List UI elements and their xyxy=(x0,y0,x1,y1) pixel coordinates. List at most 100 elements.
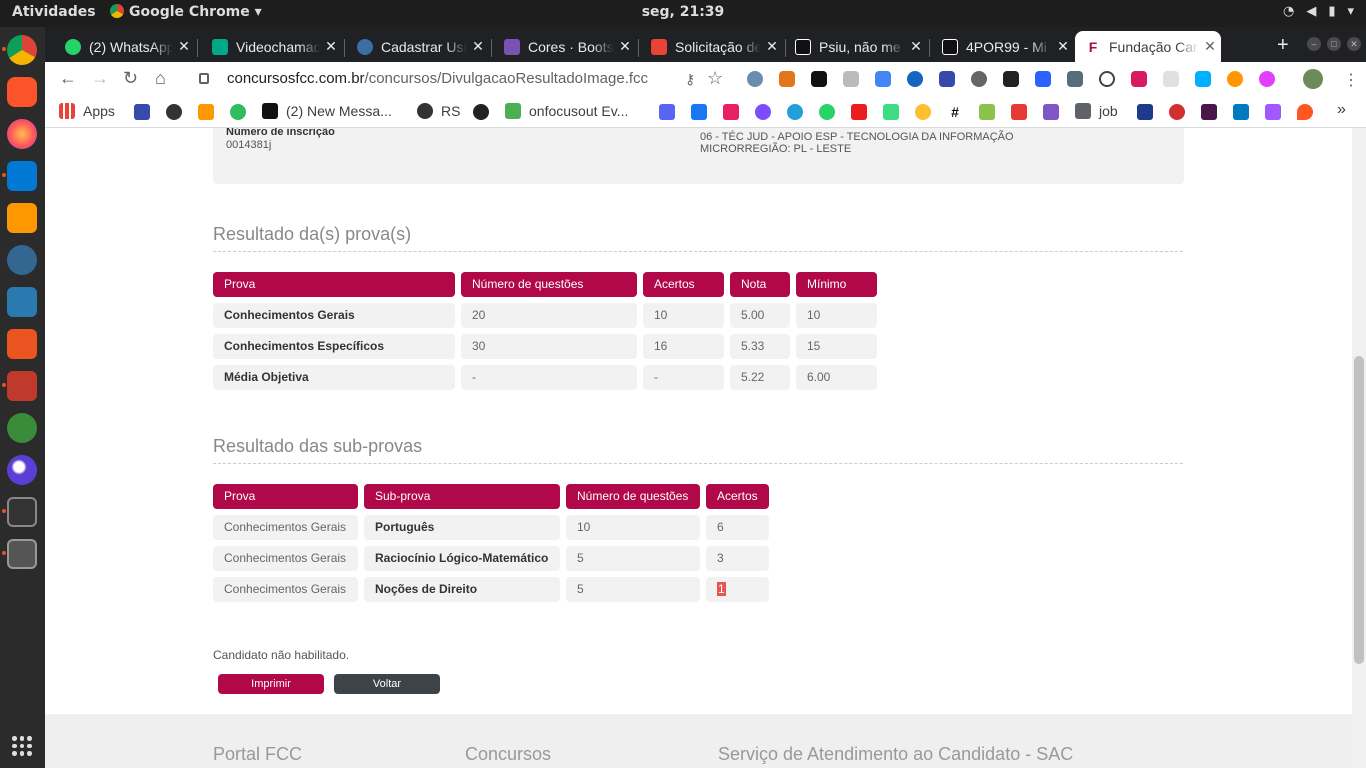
facebook-icon[interactable] xyxy=(691,104,707,120)
bookmark-icon[interactable] xyxy=(755,104,771,120)
bookmark-icon[interactable] xyxy=(198,104,214,120)
address-bar[interactable]: concursosfcc.com.br/concursos/Divulgacao… xyxy=(185,65,725,93)
bookmark-icon[interactable] xyxy=(134,104,150,120)
close-icon[interactable]: ✕ xyxy=(761,38,783,55)
bookmark-icon[interactable] xyxy=(1201,104,1217,120)
firefox-icon[interactable] xyxy=(7,119,37,149)
extension-icon[interactable] xyxy=(1259,71,1275,87)
trello-icon[interactable] xyxy=(1233,104,1249,120)
bookmark-apps[interactable]: Apps xyxy=(59,103,115,119)
app-icon[interactable] xyxy=(7,413,37,443)
whatsapp-icon[interactable] xyxy=(819,104,835,120)
key-icon[interactable]: ⚷ xyxy=(685,65,695,93)
close-icon[interactable]: ✕ xyxy=(1199,38,1221,55)
print-button[interactable]: Imprimir xyxy=(218,674,324,694)
avatar[interactable] xyxy=(1303,69,1323,89)
sublime-icon[interactable] xyxy=(7,203,37,233)
vscode-icon[interactable] xyxy=(7,161,37,191)
eyedropper-icon[interactable] xyxy=(1067,71,1083,87)
extension-icon[interactable] xyxy=(843,71,859,87)
extension-icon[interactable] xyxy=(907,71,923,87)
fire-icon[interactable] xyxy=(1297,104,1313,120)
activities-button[interactable]: Atividades xyxy=(12,4,96,20)
hash-icon[interactable]: # xyxy=(947,104,963,120)
figma-icon[interactable] xyxy=(1265,104,1281,120)
home-icon[interactable]: ⌂ xyxy=(155,68,166,89)
bookmark-rs[interactable]: RS xyxy=(417,103,460,119)
app-menu[interactable]: Google Chrome ▾ xyxy=(110,4,262,20)
bookmark-icon[interactable] xyxy=(1137,104,1153,120)
forward-icon[interactable]: → xyxy=(91,68,109,89)
extension-icon[interactable] xyxy=(1227,71,1243,87)
close-icon[interactable]: ✕ xyxy=(905,38,927,55)
close-icon[interactable]: ✕ xyxy=(614,38,636,55)
footer-portal-fcc[interactable]: Portal FCC xyxy=(213,744,302,765)
bookmark-icon[interactable] xyxy=(979,104,995,120)
libreoffice-writer-icon[interactable] xyxy=(7,287,37,317)
extension-icon[interactable] xyxy=(1195,71,1211,87)
footer-sac[interactable]: Serviço de Atendimento ao Candidato - SA… xyxy=(718,744,1073,765)
bookmark-icon[interactable] xyxy=(723,104,739,120)
maximize-button[interactable]: □ xyxy=(1327,37,1341,51)
minimize-button[interactable]: – xyxy=(1307,37,1321,51)
close-icon[interactable]: ✕ xyxy=(467,38,489,55)
bookmark-icon[interactable] xyxy=(1011,104,1027,120)
postgres-icon[interactable] xyxy=(7,245,37,275)
tab-bootstrap[interactable]: Cores · Bootstrap✕ xyxy=(494,31,636,62)
bookmark-onfocusout[interactable]: onfocusout Ev... xyxy=(505,103,628,119)
bookmark-icon[interactable] xyxy=(1043,104,1059,120)
close-icon[interactable]: ✕ xyxy=(173,38,195,55)
extension-icon[interactable] xyxy=(1035,71,1051,87)
tab-whatsapp[interactable]: (2) WhatsApp ✕ xyxy=(55,31,195,62)
tab-cadastrar[interactable]: Cadastrar Usuário✕ xyxy=(347,31,489,62)
heart-icon[interactable] xyxy=(851,104,867,120)
bookmark-folder-job[interactable]: job xyxy=(1075,103,1118,119)
extension-icon[interactable] xyxy=(1003,71,1019,87)
brave-icon[interactable] xyxy=(7,77,37,107)
bookmark-icon[interactable] xyxy=(1169,104,1185,120)
tab-4por99[interactable]: 4POR99 - Mi ✕ xyxy=(932,31,1074,62)
back-button[interactable]: Voltar xyxy=(334,674,440,694)
android-icon[interactable] xyxy=(883,104,899,120)
chrome-icon[interactable] xyxy=(7,35,37,65)
system-tray[interactable]: ◔ ◀ ▮ ▾ xyxy=(1283,4,1354,19)
globe-icon[interactable] xyxy=(166,104,182,120)
more-bookmarks-icon[interactable]: » xyxy=(1337,101,1346,119)
evernote-icon[interactable] xyxy=(230,104,246,120)
page-scrollbar[interactable] xyxy=(1352,128,1366,768)
extension-icon[interactable] xyxy=(747,71,763,87)
telegram-icon[interactable] xyxy=(787,104,803,120)
new-tab-button[interactable]: + xyxy=(1277,34,1289,57)
extension-icon[interactable] xyxy=(1163,71,1179,87)
shield-icon[interactable] xyxy=(811,71,827,87)
tab-videochamada[interactable]: Videochamada ✕ xyxy=(202,31,342,62)
software-center-icon[interactable] xyxy=(7,329,37,359)
terminal-icon[interactable] xyxy=(7,497,37,527)
extension-icon[interactable] xyxy=(939,71,955,87)
bookmark-new-messages[interactable]: (2) New Messa... xyxy=(262,103,392,119)
translate-icon[interactable] xyxy=(875,71,891,87)
show-applications-icon[interactable] xyxy=(12,736,32,756)
close-icon[interactable]: ✕ xyxy=(320,38,342,55)
extension-icon[interactable] xyxy=(1099,71,1115,87)
tab-gmail[interactable]: Solicitação de ✕ xyxy=(641,31,783,62)
gear-icon[interactable] xyxy=(971,71,987,87)
close-window-button[interactable]: ✕ xyxy=(1347,37,1361,51)
discord-icon[interactable] xyxy=(659,104,675,120)
metamask-icon[interactable] xyxy=(779,71,795,87)
footer-concursos[interactable]: Concursos xyxy=(465,744,551,765)
bookmark-star-icon[interactable]: ☆ xyxy=(707,68,723,89)
back-icon[interactable]: ← xyxy=(59,68,77,89)
github-icon[interactable] xyxy=(473,104,489,120)
scrollbar-thumb[interactable] xyxy=(1354,356,1364,664)
reload-icon[interactable]: ↻ xyxy=(123,68,138,89)
bookmark-icon[interactable] xyxy=(915,104,931,120)
tab-psiu[interactable]: Psiu, não me ✕ xyxy=(785,31,927,62)
app-icon[interactable] xyxy=(7,539,37,569)
close-icon[interactable]: ✕ xyxy=(1052,38,1074,55)
tab-fundacao[interactable]: F Fundação Carlos Chagas✕ xyxy=(1075,31,1221,62)
files-icon[interactable] xyxy=(7,371,37,401)
extension-icon[interactable] xyxy=(1131,71,1147,87)
menu-icon[interactable]: ⋮ xyxy=(1343,70,1359,90)
app-icon[interactable] xyxy=(7,455,37,485)
